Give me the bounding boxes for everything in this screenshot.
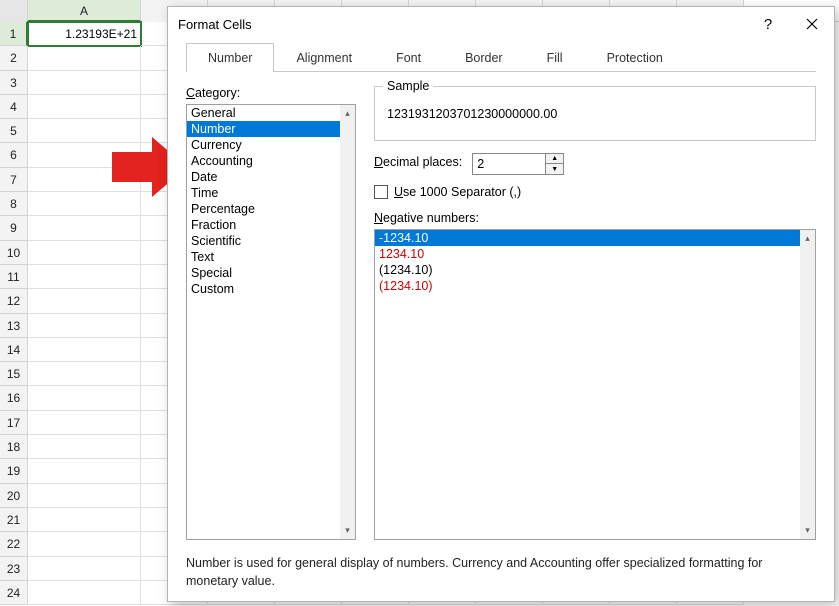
category-listbox[interactable]: GeneralNumberCurrencyAccountingDateTimeP… [186, 104, 356, 540]
spinner-down-icon[interactable]: ▼ [546, 164, 563, 174]
category-item[interactable]: Accounting [187, 153, 340, 169]
row-header[interactable]: 3 [0, 71, 28, 95]
negative-numbers-label: Negative numbers: [374, 211, 816, 225]
scroll-down-icon[interactable]: ▾ [340, 522, 355, 539]
cell[interactable] [28, 484, 141, 508]
spinner-up-icon[interactable]: ▲ [546, 154, 563, 164]
row-header[interactable]: 19 [0, 459, 28, 483]
row-header[interactable]: 17 [0, 411, 28, 435]
cell[interactable] [28, 71, 141, 95]
row-header[interactable]: 21 [0, 508, 28, 532]
negative-numbers-listbox[interactable]: -1234.101234.10(1234.10)(1234.10) ▴ ▾ [374, 229, 816, 540]
tab-number[interactable]: Number [186, 43, 274, 72]
row-header[interactable]: 12 [0, 289, 28, 313]
cell[interactable] [28, 314, 141, 338]
tab-fill[interactable]: Fill [525, 43, 585, 72]
cell[interactable] [28, 411, 141, 435]
category-item[interactable]: General [187, 105, 340, 121]
scroll-up-icon[interactable]: ▴ [800, 230, 815, 247]
cell[interactable] [28, 386, 141, 410]
cell[interactable] [28, 581, 141, 605]
row-header[interactable]: 5 [0, 119, 28, 143]
row-header[interactable]: 13 [0, 314, 28, 338]
select-all-corner[interactable] [0, 0, 28, 22]
tabstrip: Number Alignment Font Border Fill Protec… [168, 41, 834, 71]
close-button[interactable] [790, 9, 834, 39]
category-item[interactable]: Time [187, 185, 340, 201]
row-header[interactable]: 14 [0, 338, 28, 362]
row-header[interactable]: 10 [0, 241, 28, 265]
cell[interactable] [28, 46, 141, 70]
category-item[interactable]: Fraction [187, 217, 340, 233]
scrollbar-vertical[interactable]: ▴ ▾ [340, 105, 355, 539]
use-separator-label: Use 1000 Separator (,) [394, 185, 521, 199]
category-label: Category: [186, 86, 356, 100]
cell[interactable] [28, 95, 141, 119]
decimal-places-input[interactable] [473, 154, 545, 174]
category-item[interactable]: Special [187, 265, 340, 281]
dialog-titlebar[interactable]: Format Cells ? [168, 7, 834, 41]
row-header[interactable]: 2 [0, 46, 28, 70]
dialog-title: Format Cells [178, 17, 746, 32]
row-header[interactable]: 9 [0, 216, 28, 240]
row-header[interactable]: 11 [0, 265, 28, 289]
close-icon [806, 18, 818, 30]
row-header[interactable]: 1 [0, 22, 28, 46]
tab-alignment[interactable]: Alignment [274, 43, 374, 72]
cell[interactable] [28, 338, 141, 362]
row-header[interactable]: 16 [0, 386, 28, 410]
cell[interactable] [28, 435, 141, 459]
tab-protection[interactable]: Protection [585, 43, 685, 72]
row-header[interactable]: 20 [0, 484, 28, 508]
category-description: Number is used for general display of nu… [186, 540, 816, 592]
row-header[interactable]: 4 [0, 95, 28, 119]
help-button[interactable]: ? [746, 9, 790, 39]
use-separator-checkbox[interactable] [374, 185, 388, 199]
category-item[interactable]: Date [187, 169, 340, 185]
category-item[interactable]: Custom [187, 281, 340, 297]
cell[interactable] [28, 532, 141, 556]
row-header[interactable]: 24 [0, 581, 28, 605]
category-item[interactable]: Scientific [187, 233, 340, 249]
row-header[interactable]: 22 [0, 532, 28, 556]
row-header[interactable]: 8 [0, 192, 28, 216]
col-header-a[interactable]: A [28, 0, 141, 22]
scrollbar-vertical[interactable]: ▴ ▾ [800, 230, 815, 539]
cell[interactable] [28, 241, 141, 265]
cell[interactable] [28, 362, 141, 386]
cell[interactable] [28, 265, 141, 289]
cell[interactable] [28, 508, 141, 532]
tab-font[interactable]: Font [374, 43, 443, 72]
cell[interactable] [28, 216, 141, 240]
format-cells-dialog: Format Cells ? Number Alignment Font Bor… [167, 6, 835, 602]
tab-border[interactable]: Border [443, 43, 525, 72]
negative-item[interactable]: (1234.10) [375, 278, 800, 294]
cell[interactable] [28, 459, 141, 483]
sample-value: 1231931203701230000000.00 [387, 107, 803, 121]
decimal-places-label: Decimal places: [374, 155, 462, 169]
row-header[interactable]: 6 [0, 143, 28, 167]
category-item[interactable]: Text [187, 249, 340, 265]
scroll-up-icon[interactable]: ▴ [340, 105, 355, 122]
decimal-places-spinner[interactable]: ▲ ▼ [472, 153, 564, 175]
row-header[interactable]: 23 [0, 557, 28, 581]
scroll-down-icon[interactable]: ▾ [800, 522, 815, 539]
row-header[interactable]: 7 [0, 168, 28, 192]
row-header[interactable]: 15 [0, 362, 28, 386]
category-item[interactable]: Number [187, 121, 340, 137]
cell[interactable] [28, 289, 141, 313]
negative-item[interactable]: -1234.10 [375, 230, 800, 246]
category-item[interactable]: Percentage [187, 201, 340, 217]
cell[interactable]: 1.23193E+21 [28, 22, 141, 46]
cell[interactable] [28, 557, 141, 581]
negative-item[interactable]: (1234.10) [375, 262, 800, 278]
sample-label: Sample [383, 79, 433, 93]
sample-group: Sample 1231931203701230000000.00 [374, 86, 816, 141]
row-header[interactable]: 18 [0, 435, 28, 459]
negative-item[interactable]: 1234.10 [375, 246, 800, 262]
category-item[interactable]: Currency [187, 137, 340, 153]
tab-content: Category: GeneralNumberCurrencyAccountin… [168, 72, 834, 601]
